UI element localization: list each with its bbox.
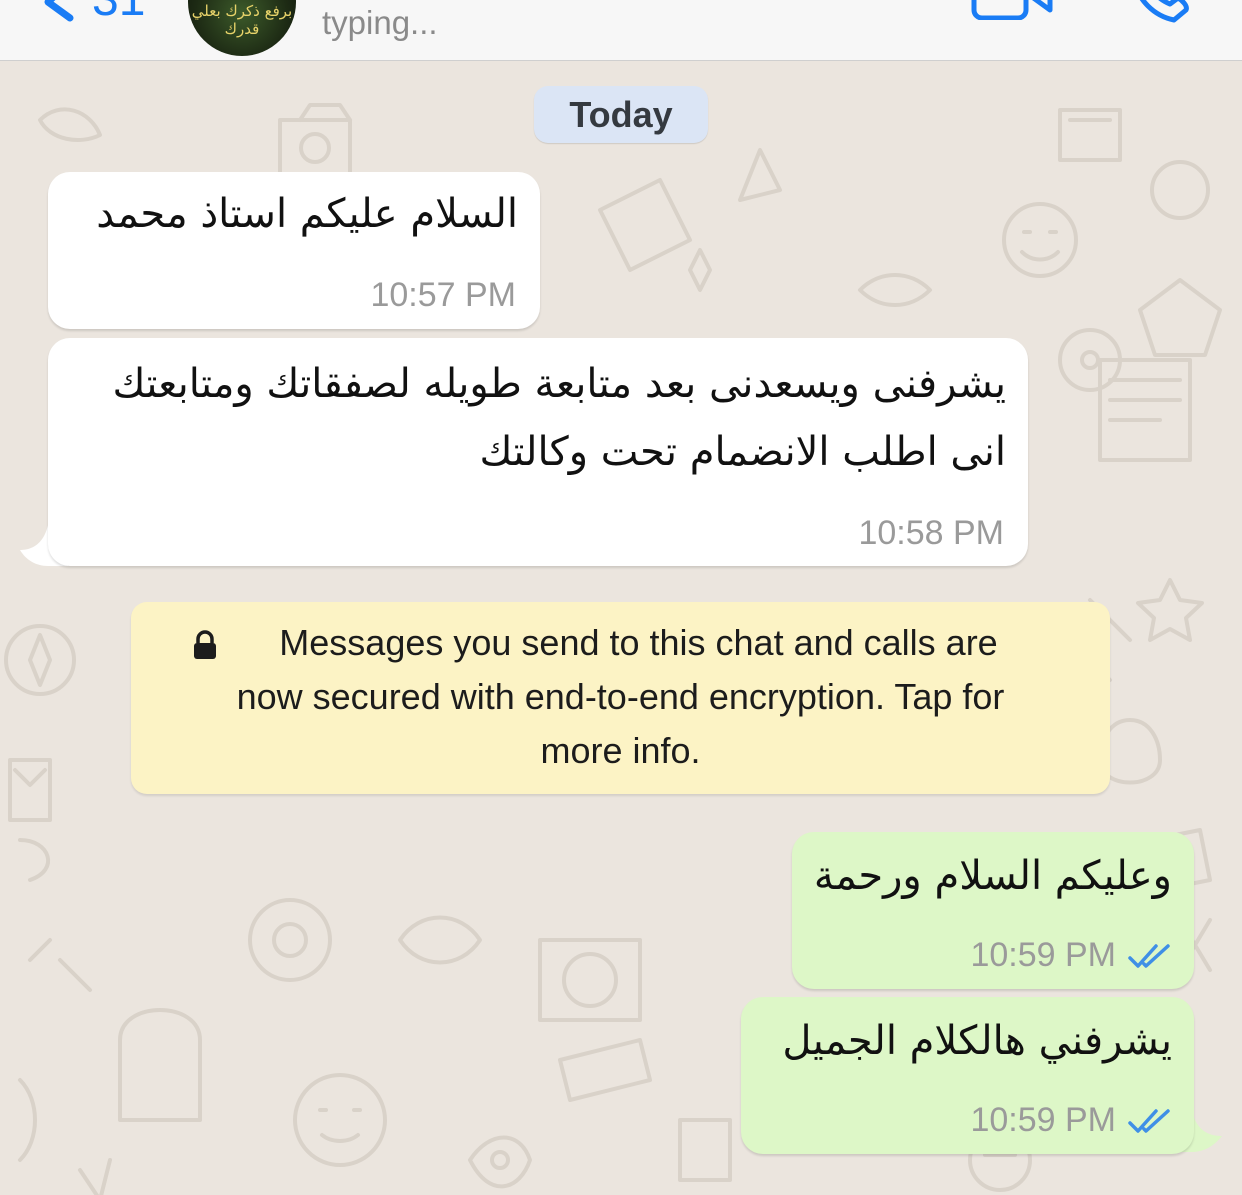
double-check-icon [1128,944,1170,968]
message-time: 10:57 PM [370,276,516,314]
video-camera-icon[interactable] [966,0,1056,20]
chat-header: 31 برفع ذكرك بعلي قدرك typing... [0,0,1242,61]
message-text: يشرفنى ويسعدنى بعد متابعة طويله لصفقاتك … [112,361,1007,407]
date-separator-label: Today [569,94,673,135]
incoming-message[interactable]: يشرفنى ويسعدنى بعد متابعة طويله لصفقاتك … [48,338,1028,566]
message-text: انى اطلب الانضمام تحت وكالتك [479,429,1006,475]
encryption-notice[interactable]: Messages you send to this chat and calls… [131,602,1110,794]
message-text: يشرفني هالكلام الجميل [782,1018,1172,1064]
encryption-notice-text: Messages you send to this chat and calls… [279,622,998,663]
outgoing-message[interactable]: وعليكم السلام ورحمة 10:59 PM [792,832,1194,989]
double-check-icon [1128,1109,1170,1133]
phone-icon[interactable] [1128,0,1198,24]
encryption-notice-text: now secured with end-to-end encryption. … [236,676,1005,717]
typing-status: typing... [322,4,438,41]
encryption-notice-text: more info. [540,730,701,771]
avatar-caption: برفع ذكرك بعلي قدرك [191,2,293,38]
incoming-message[interactable]: السلام عليكم استاذ محمد 10:57 PM [48,172,540,329]
message-time: 10:59 PM [970,1101,1116,1139]
message-text: وعليكم السلام ورحمة [813,853,1172,899]
message-time: 10:58 PM [858,514,1004,552]
avatar[interactable]: برفع ذكرك بعلي قدرك [188,0,296,56]
message-time: 10:59 PM [970,936,1116,974]
back-unread-count[interactable]: 31 [92,0,145,30]
outgoing-message[interactable]: يشرفني هالكلام الجميل 10:59 PM [741,997,1194,1154]
message-text: السلام عليكم استاذ محمد [96,191,518,237]
chevron-left-icon[interactable] [30,0,90,32]
date-separator: Today [534,86,708,143]
